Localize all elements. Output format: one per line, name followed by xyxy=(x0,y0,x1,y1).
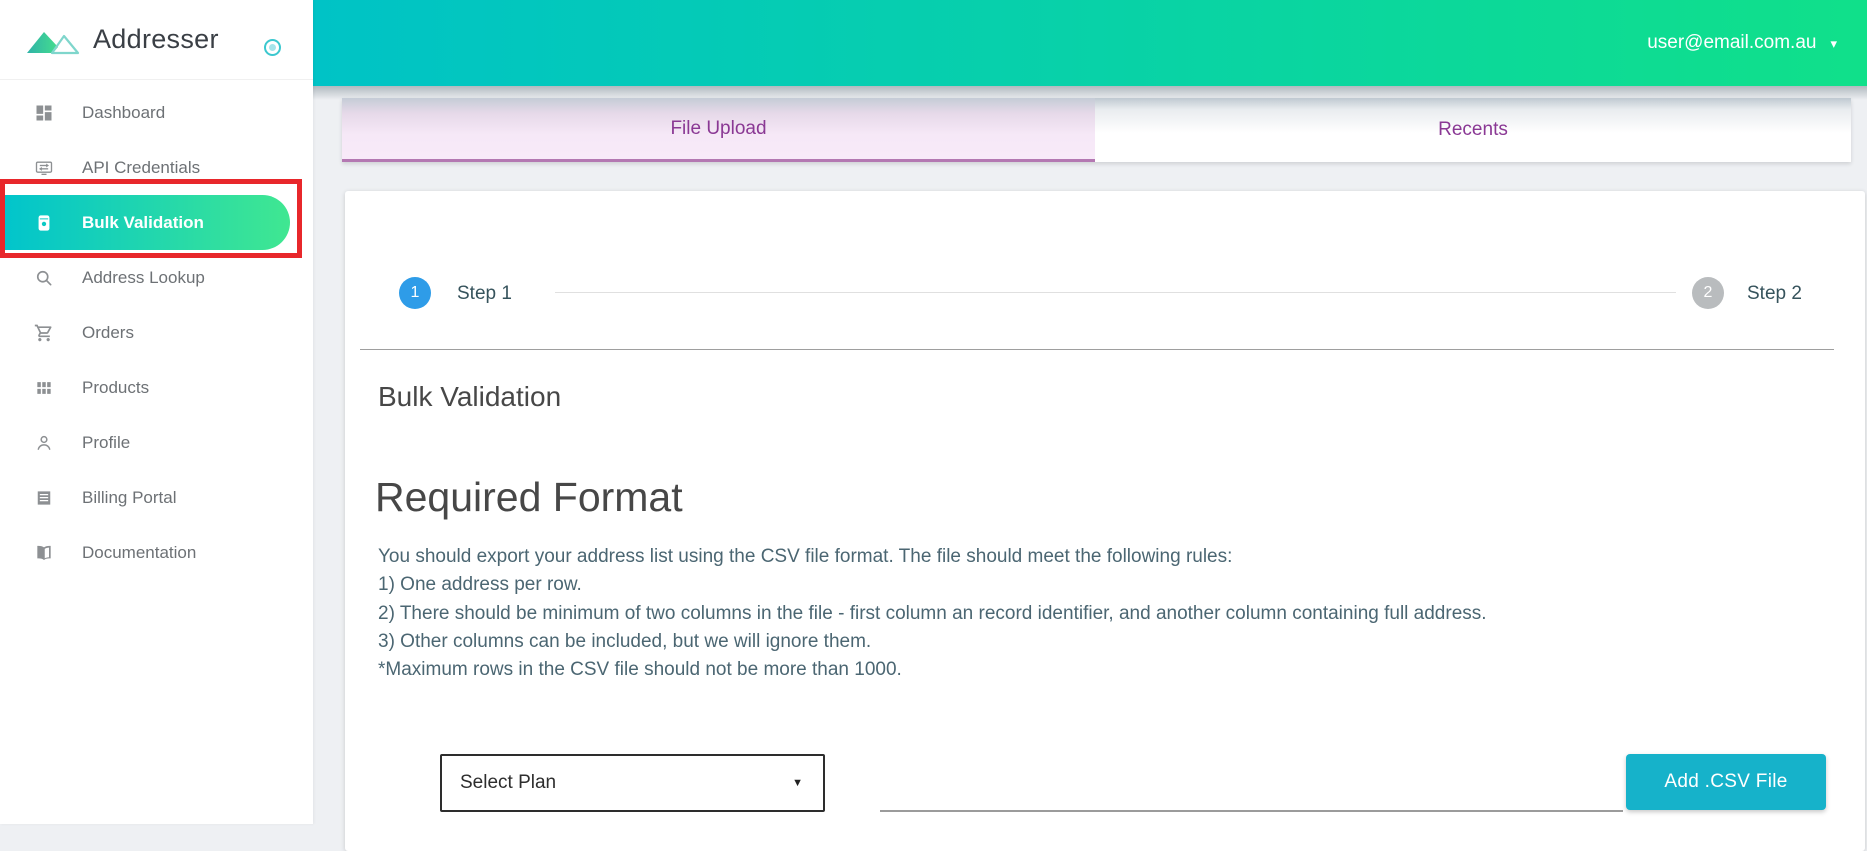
sidebar-nav: Dashboard API Credentials Bulk Validatio… xyxy=(0,85,313,580)
step-2-number: 2 xyxy=(1704,284,1713,302)
select-plan-dropdown[interactable]: Select Plan ▼ xyxy=(440,754,825,812)
page-title: Bulk Validation xyxy=(378,381,561,413)
sidebar-item-label: Profile xyxy=(82,433,130,453)
sidebar-item-address-lookup[interactable]: Address Lookup xyxy=(0,250,313,305)
select-plan-value: Select Plan xyxy=(460,772,556,794)
sidebar: Addresser Dashboard API Credentials Bulk… xyxy=(0,0,313,824)
dropdown-caret-icon: ▼ xyxy=(792,777,803,789)
sidebar-item-label: Bulk Validation xyxy=(82,213,204,233)
addresser-logo-icon xyxy=(25,23,81,57)
sidebar-item-label: API Credentials xyxy=(82,158,200,178)
app-title: Addresser xyxy=(93,24,219,55)
step-1-indicator: 1 xyxy=(399,277,431,309)
step-2-label: Step 2 xyxy=(1747,283,1802,305)
billing-receipt-icon xyxy=(34,488,54,508)
stepper-connector-line xyxy=(555,292,1676,293)
sidebar-item-label: Dashboard xyxy=(82,103,165,123)
tab-label: Recents xyxy=(1438,119,1508,141)
divider xyxy=(360,349,1834,350)
sidebar-item-label: Documentation xyxy=(82,543,196,563)
user-account-menu[interactable]: user@email.com.au ▾ xyxy=(1647,32,1837,54)
search-icon xyxy=(34,268,54,288)
format-rule-3: 3) Other columns can be included, but we… xyxy=(378,628,1487,656)
step-1-label: Step 1 xyxy=(457,283,512,305)
step-1-number: 1 xyxy=(411,284,420,302)
sidebar-item-label: Products xyxy=(82,378,149,398)
dashboard-icon xyxy=(34,103,54,123)
sidebar-item-api-credentials[interactable]: API Credentials xyxy=(0,140,313,195)
step-2-indicator: 2 xyxy=(1692,277,1724,309)
tab-recents[interactable]: Recents xyxy=(1095,98,1851,162)
sidebar-item-orders[interactable]: Orders xyxy=(0,305,313,360)
sidebar-item-profile[interactable]: Profile xyxy=(0,415,313,470)
format-note: *Maximum rows in the CSV file should not… xyxy=(378,656,1487,684)
format-rule-1: 1) One address per row. xyxy=(378,571,1487,599)
person-icon xyxy=(34,433,54,453)
sidebar-toggle-icon[interactable] xyxy=(264,39,281,56)
bulk-validation-card: 1 Step 1 2 Step 2 Bulk Validation Requir… xyxy=(345,191,1865,851)
api-credentials-icon xyxy=(34,158,54,178)
tab-file-upload[interactable]: File Upload xyxy=(342,98,1095,162)
tab-bar: File Upload Recents xyxy=(342,98,1851,162)
bulk-validation-icon xyxy=(34,213,54,233)
sidebar-item-billing-portal[interactable]: Billing Portal xyxy=(0,470,313,525)
sidebar-item-label: Address Lookup xyxy=(82,268,205,288)
format-intro-line: You should export your address list usin… xyxy=(378,543,1487,571)
book-icon xyxy=(34,543,54,563)
format-instructions: You should export your address list usin… xyxy=(378,543,1487,684)
chevron-down-icon: ▾ xyxy=(1830,37,1837,50)
sidebar-item-documentation[interactable]: Documentation xyxy=(0,525,313,580)
sidebar-item-bulk-validation[interactable]: Bulk Validation xyxy=(0,195,290,250)
top-header-bar: user@email.com.au ▾ xyxy=(313,0,1867,86)
cart-icon xyxy=(34,323,54,343)
format-rule-2: 2) There should be minimum of two column… xyxy=(378,600,1487,628)
products-grid-icon xyxy=(34,378,54,398)
user-email: user@email.com.au xyxy=(1647,32,1816,54)
sidebar-item-label: Billing Portal xyxy=(82,488,177,508)
sidebar-item-dashboard[interactable]: Dashboard xyxy=(0,85,313,140)
sidebar-item-products[interactable]: Products xyxy=(0,360,313,415)
add-csv-file-button[interactable]: Add .CSV File xyxy=(1626,754,1826,810)
required-format-heading: Required Format xyxy=(375,474,683,521)
sidebar-item-label: Orders xyxy=(82,323,134,343)
csv-file-name-field[interactable] xyxy=(880,810,1623,812)
add-csv-file-button-label: Add .CSV File xyxy=(1664,771,1787,793)
tab-label: File Upload xyxy=(670,118,766,140)
